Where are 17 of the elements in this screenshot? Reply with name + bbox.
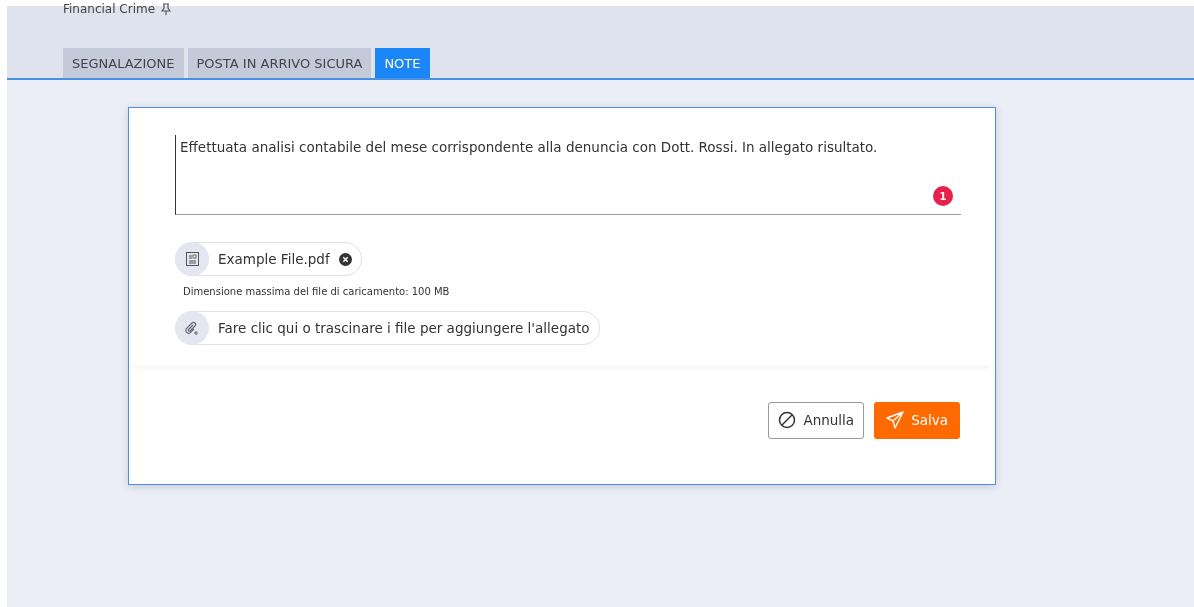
cancel-icon — [778, 411, 797, 429]
document-icon — [185, 252, 199, 266]
paperclip-icon — [184, 320, 200, 336]
attachment-name: Example File.pdf — [218, 251, 330, 267]
note-field[interactable]: Effettuata analisi contabile del mese corrispondente alla denuncia con Dott. Rossi. In allegato risultato. 1 — [175, 135, 961, 215]
remove-icon[interactable] — [338, 252, 352, 266]
send-icon — [886, 411, 905, 429]
max-size-hint: Dimensione massima del file di caricamento: 100 MB — [183, 286, 450, 297]
cancel-button[interactable]: Annulla — [768, 401, 865, 439]
note-text: Effettuata analisi contabile del mese corrispondente alla denuncia con Dott. Rossi. In allegato risultato. — [180, 139, 878, 155]
pin-icon[interactable] — [161, 3, 172, 15]
upload-label: Fare clic qui o trascinare i file per aggiungere l'allegato — [218, 320, 590, 336]
page-title: Financial Crime — [63, 2, 156, 16]
tab[interactable]: SEGNALAZIONE — [63, 48, 184, 78]
tab[interactable]: NOTE — [375, 48, 430, 78]
counter-badge: 1 — [933, 186, 953, 206]
tab[interactable]: POSTA IN ARRIVO SICURA — [187, 48, 372, 78]
